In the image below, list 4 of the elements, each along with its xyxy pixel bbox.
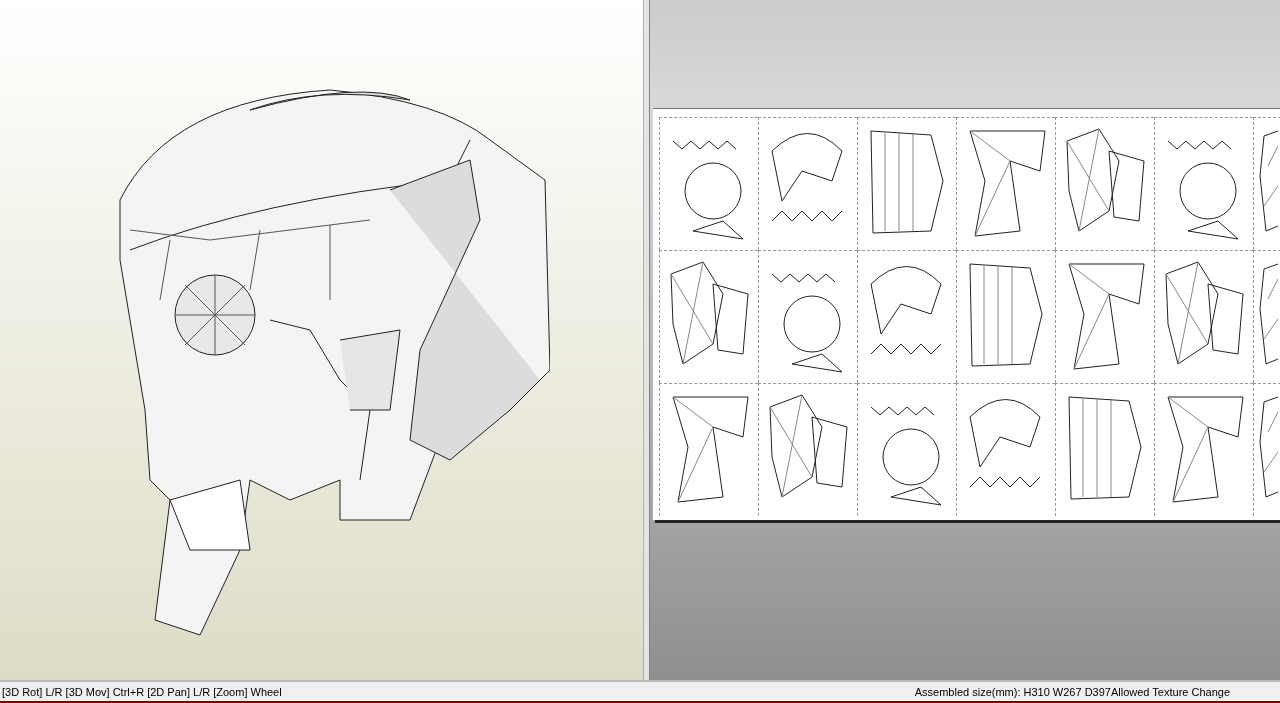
controls-hint-text: [3D Rot] L/R [3D Mov] Ctrl+R [2D Pan] L/R [Zoom] Wheel bbox=[2, 685, 282, 698]
assembled-size-text: Assembled size(mm): H310 W267 D397Allowed Texture Change bbox=[914, 685, 1230, 698]
2d-view-panel[interactable] bbox=[650, 0, 1280, 680]
splitter-bar[interactable] bbox=[643, 0, 650, 680]
